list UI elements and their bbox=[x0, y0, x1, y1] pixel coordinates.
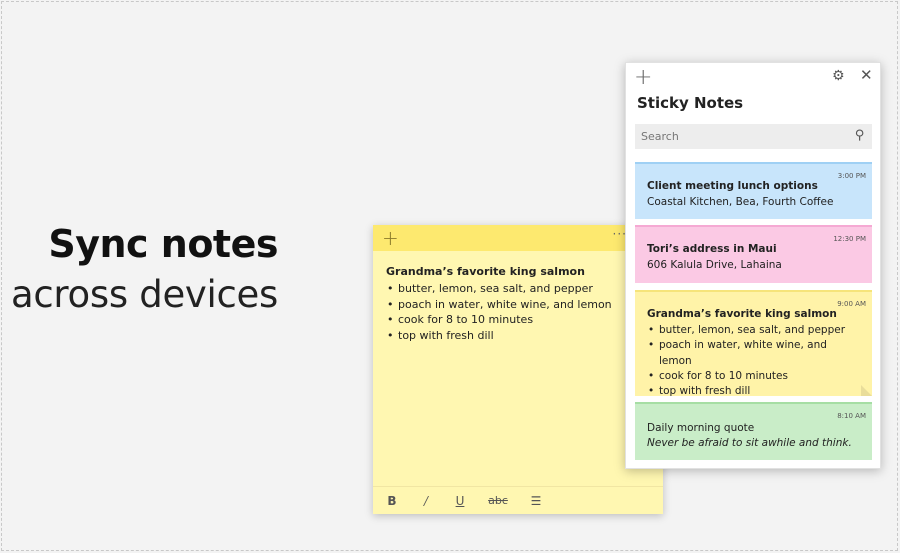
note-card-quote: Never be afraid to sit awhile and think. bbox=[647, 437, 852, 449]
italic-button[interactable]: / bbox=[419, 494, 433, 508]
settings-gear-icon[interactable]: ⚙ bbox=[832, 68, 845, 84]
list-item: top with fresh dill bbox=[647, 384, 862, 400]
close-icon[interactable]: ✕ bbox=[860, 66, 873, 84]
hero-headline: Sync notes bbox=[48, 222, 278, 266]
list-item: cook for 8 to 10 minutes bbox=[386, 312, 651, 328]
page-fold-corner bbox=[861, 385, 872, 396]
note-bullet-list: butter, lemon, sea salt, and pepper poac… bbox=[386, 281, 651, 343]
note-card-title: Client meeting lunch options bbox=[647, 180, 818, 192]
note-titlebar[interactable]: + ··· bbox=[373, 225, 663, 251]
note-card-daily-quote[interactable]: 8:10 AM Daily morning quote Never be afr… bbox=[635, 402, 872, 460]
strikethrough-button[interactable]: abc bbox=[487, 494, 509, 507]
hero-subheadline: across devices bbox=[11, 273, 278, 316]
panel-title: Sticky Notes bbox=[637, 94, 744, 112]
note-card-text: Coastal Kitchen, Bea, Fourth Coffee bbox=[647, 196, 834, 208]
list-item: top with fresh dill bbox=[386, 328, 651, 344]
list-item: butter, lemon, sea salt, and pepper bbox=[647, 323, 862, 339]
list-item: poach in water, white wine, and lemon bbox=[386, 297, 651, 313]
search-box[interactable]: ⚲ bbox=[635, 124, 872, 149]
note-timestamp: 12:30 PM bbox=[833, 235, 866, 243]
new-note-icon[interactable]: + bbox=[634, 65, 652, 90]
note-timestamp: 9:00 AM bbox=[837, 300, 866, 308]
format-toolbar: B / U abc ☰ bbox=[373, 486, 663, 514]
note-card-tori-address[interactable]: 12:30 PM Tori’s address in Maui 606 Kalu… bbox=[635, 225, 872, 283]
plus-icon[interactable]: + bbox=[382, 228, 399, 248]
note-timestamp: 8:10 AM bbox=[837, 412, 866, 420]
note-card-king-salmon[interactable]: 9:00 AM Grandma’s favorite king salmon b… bbox=[635, 290, 872, 400]
note-card-text: Daily morning quote bbox=[647, 422, 755, 434]
sticky-notes-panel: + ⚙ ✕ Sticky Notes ⚲ 3:00 PM Client meet… bbox=[625, 62, 881, 469]
list-item: poach in water, white wine, and lemon bbox=[647, 338, 862, 369]
list-item: cook for 8 to 10 minutes bbox=[647, 369, 862, 385]
list-item: butter, lemon, sea salt, and pepper bbox=[386, 281, 651, 297]
note-card-text: 606 Kalula Drive, Lahaina bbox=[647, 259, 782, 271]
underline-button[interactable]: U bbox=[453, 494, 467, 508]
bullet-list-button[interactable]: ☰ bbox=[529, 494, 543, 508]
bold-button[interactable]: B bbox=[385, 494, 399, 508]
note-card-title: Tori’s address in Maui bbox=[647, 243, 777, 255]
note-timestamp: 3:00 PM bbox=[837, 172, 866, 180]
note-card-bullet-list: butter, lemon, sea salt, and pepper poac… bbox=[647, 323, 862, 400]
search-icon[interactable]: ⚲ bbox=[855, 128, 865, 143]
search-input[interactable] bbox=[641, 130, 841, 143]
note-card-client-meeting[interactable]: 3:00 PM Client meeting lunch options Coa… bbox=[635, 162, 872, 219]
open-note-window: + ··· Grandma’s favorite king salmon but… bbox=[373, 225, 663, 514]
note-card-title: Grandma’s favorite king salmon bbox=[647, 308, 837, 320]
note-title: Grandma’s favorite king salmon bbox=[386, 265, 585, 278]
note-editor[interactable]: Grandma’s favorite king salmon butter, l… bbox=[373, 251, 663, 343]
hero-text: Sync notes across devices bbox=[0, 218, 278, 320]
